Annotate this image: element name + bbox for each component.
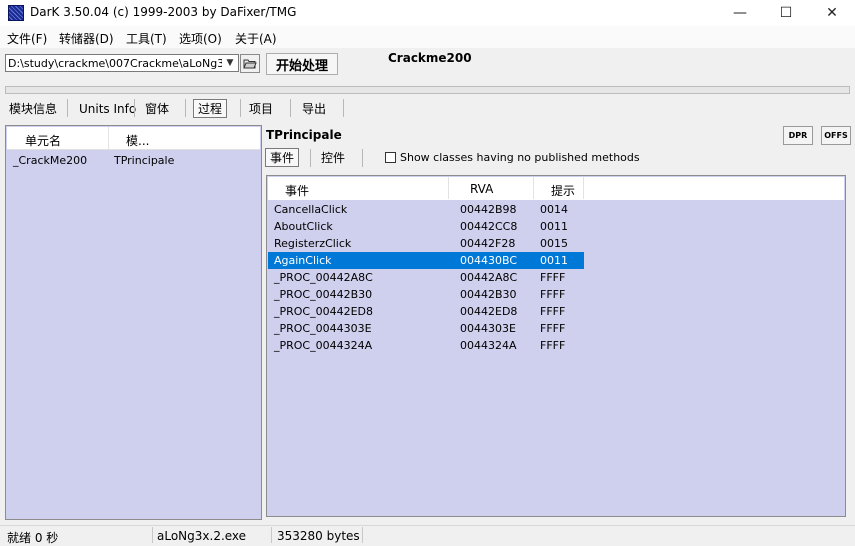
event-cell: AgainClick xyxy=(274,254,332,267)
column-header-module[interactable]: 模... xyxy=(109,127,260,150)
table-row[interactable]: RegisterzClick 00442F28 0015 xyxy=(268,235,584,252)
offs-button[interactable]: OFFS xyxy=(821,126,851,145)
tab-forms[interactable]: 窗体 xyxy=(141,99,173,118)
dpr-button[interactable]: DPR xyxy=(783,126,813,145)
status-file: aLoNg3x.2.exe xyxy=(157,529,247,543)
module-cell[interactable]: TPrincipale xyxy=(114,154,174,167)
status-divider xyxy=(271,527,272,543)
menu-options[interactable]: 选项(O) xyxy=(179,30,222,47)
column-divider xyxy=(533,177,534,199)
show-classes-checkbox[interactable] xyxy=(385,152,396,163)
path-value: D:\study\crackme\007Crackme\aLoNg3x.2.ex… xyxy=(8,57,222,70)
window-title: DarK 3.50.04 (c) 1999-2003 by DaFixer/TM… xyxy=(30,5,297,19)
tab-separator xyxy=(343,99,344,117)
tab-procedures[interactable]: 过程 xyxy=(193,99,228,118)
hint-cell: FFFF xyxy=(540,305,566,318)
menu-file[interactable]: 文件(F) xyxy=(7,30,47,47)
menu-dumper[interactable]: 转储器(D) xyxy=(59,30,114,47)
rva-cell: 0044303E xyxy=(460,322,516,335)
table-row[interactable]: _PROC_00442B30 00442B30 FFFF xyxy=(268,286,584,303)
event-cell: RegisterzClick xyxy=(274,237,352,250)
event-cell: _PROC_0044324A xyxy=(274,339,373,352)
table-row[interactable]: _PROC_00442ED8 00442ED8 FFFF xyxy=(268,303,584,320)
table-row[interactable]: _PROC_0044303E 0044303E FFFF xyxy=(268,320,584,337)
start-process-button[interactable]: 开始处理 xyxy=(266,53,338,75)
table-row[interactable]: AgainClick 004430BC 0011 xyxy=(268,252,584,269)
rva-cell: 00442B98 xyxy=(460,203,517,216)
minimize-button[interactable]: — xyxy=(717,0,763,26)
rva-cell: 0044324A xyxy=(460,339,517,352)
tab-separator xyxy=(134,99,135,117)
tab-separator xyxy=(240,99,241,117)
event-list[interactable]: 事件 RVA 提示 CancellaClick 00442B98 0014 About… xyxy=(266,175,846,517)
table-row[interactable]: _PROC_0044324A 0044324A FFFF xyxy=(268,337,584,354)
rva-cell: 00442B30 xyxy=(460,288,517,301)
header-title: Crackme200 xyxy=(388,51,472,65)
column-header-unit-name[interactable]: 单元名 xyxy=(7,127,109,150)
rva-cell: 004430BC xyxy=(460,254,518,267)
hint-cell: 0011 xyxy=(540,254,568,267)
table-row[interactable]: CancellaClick 00442B98 0014 xyxy=(268,201,584,218)
menu-tools[interactable]: 工具(T) xyxy=(126,30,167,47)
tab-separator xyxy=(310,149,311,167)
tab-separator xyxy=(67,99,68,117)
class-name-label: TPrincipale xyxy=(266,128,342,142)
tab-separator xyxy=(290,99,291,117)
unit-list[interactable]: 单元名 模... _CrackMe200 TPrincipale xyxy=(5,125,262,520)
tab-exports[interactable]: 导出 xyxy=(298,99,330,118)
event-cell: _PROC_00442B30 xyxy=(274,288,373,301)
event-cell: _PROC_00442ED8 xyxy=(274,305,374,318)
table-row[interactable]: _PROC_00442A8C 00442A8C FFFF xyxy=(268,269,584,286)
table-row[interactable]: AboutClick 00442CC8 0011 xyxy=(268,218,584,235)
maximize-button[interactable]: ☐ xyxy=(763,0,809,26)
chevron-down-icon[interactable]: ▼ xyxy=(223,56,237,70)
hint-cell: FFFF xyxy=(540,271,566,284)
event-cell: _PROC_00442A8C xyxy=(274,271,373,284)
status-size: 353280 bytes xyxy=(277,529,360,543)
rva-cell: 00442ED8 xyxy=(460,305,518,318)
event-cell: AboutClick xyxy=(274,220,333,233)
event-cell: CancellaClick xyxy=(274,203,348,216)
progress-bar xyxy=(5,86,850,94)
app-icon xyxy=(8,5,24,21)
show-classes-label: Show classes having no published methods xyxy=(400,151,640,164)
hint-cell: 0011 xyxy=(540,220,568,233)
hint-cell: 0015 xyxy=(540,237,568,250)
rva-cell: 00442A8C xyxy=(460,271,518,284)
column-header-hint[interactable]: 提示 xyxy=(551,182,575,199)
event-cell: _PROC_0044303E xyxy=(274,322,372,335)
hint-cell: FFFF xyxy=(540,339,566,352)
status-bar xyxy=(0,525,855,545)
browse-button[interactable] xyxy=(240,54,260,73)
status-divider xyxy=(362,527,363,543)
path-combobox[interactable]: D:\study\crackme\007Crackme\aLoNg3x.2.ex… xyxy=(5,54,239,72)
subtab-controls[interactable]: 控件 xyxy=(317,148,349,167)
unit-name-cell[interactable]: _CrackMe200 xyxy=(13,154,87,167)
column-header-rva[interactable]: RVA xyxy=(470,182,493,196)
status-divider xyxy=(152,527,153,543)
subtab-events[interactable]: 事件 xyxy=(265,148,300,167)
hint-cell: FFFF xyxy=(540,288,566,301)
hint-cell: FFFF xyxy=(540,322,566,335)
tab-separator xyxy=(362,149,363,167)
tab-separator xyxy=(185,99,186,117)
menu-about[interactable]: 关于(A) xyxy=(235,30,277,47)
folder-open-icon xyxy=(243,59,257,68)
column-header-event[interactable]: 事件 xyxy=(285,182,309,199)
tab-module-info[interactable]: 模块信息 xyxy=(5,99,61,118)
tab-units-info[interactable]: Units Info xyxy=(75,99,140,118)
status-state: 就绪 0 秒 xyxy=(7,531,59,545)
column-divider xyxy=(448,177,449,199)
rva-cell: 00442F28 xyxy=(460,237,516,250)
column-divider xyxy=(583,177,584,199)
close-button[interactable]: ✕ xyxy=(809,0,855,26)
tab-project[interactable]: 项目 xyxy=(245,99,277,118)
hint-cell: 0014 xyxy=(540,203,568,216)
rva-cell: 00442CC8 xyxy=(460,220,518,233)
